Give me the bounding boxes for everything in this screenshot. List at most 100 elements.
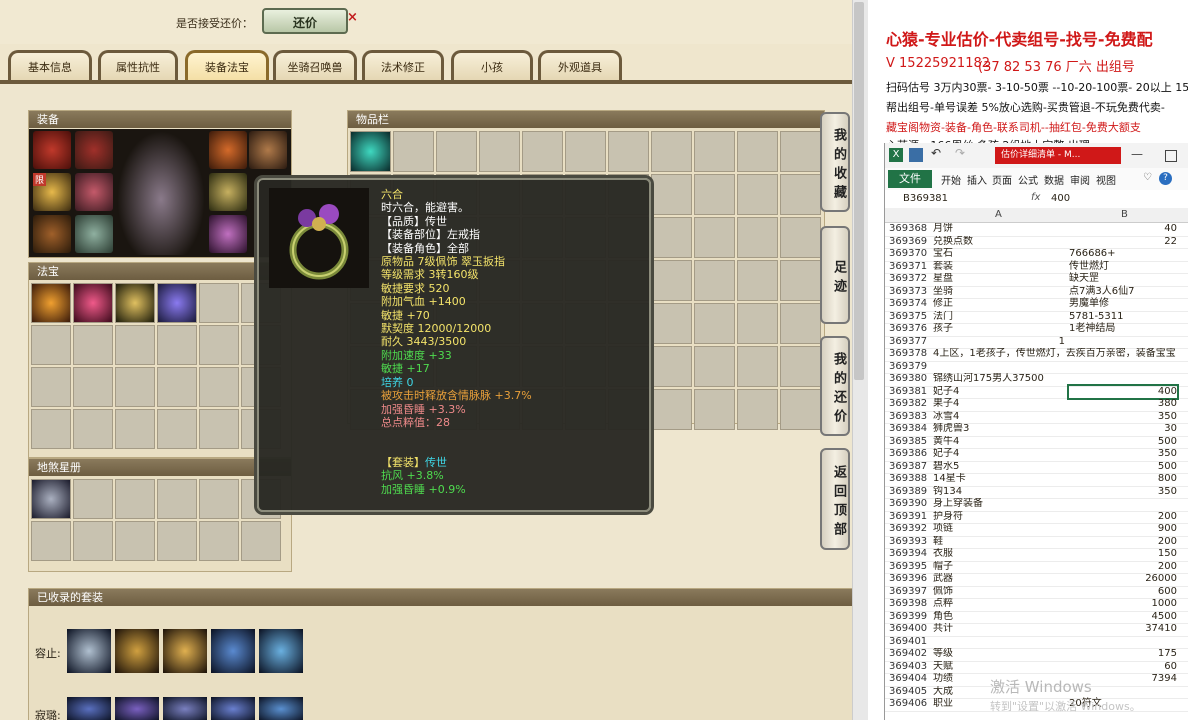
ring-item[interactable] (209, 173, 247, 211)
table-row[interactable]: 369395 帽子 200 (885, 561, 1188, 574)
fabao-slot[interactable] (115, 409, 155, 449)
inventory-slot[interactable] (780, 174, 821, 215)
fabao-slot[interactable] (199, 409, 239, 449)
ribbon-tab-formulas[interactable]: 公式 (1018, 172, 1038, 187)
table-row[interactable]: 369370 宝石 766686+ (885, 248, 1188, 262)
table-row[interactable]: 369393 鞋 200 (885, 536, 1188, 549)
table-row[interactable]: 369391 护身符 200 (885, 511, 1188, 524)
inventory-slot[interactable] (651, 260, 692, 301)
table-row[interactable]: 369372 星盘 缺天罡 (885, 273, 1188, 287)
bracelet-item[interactable] (209, 215, 247, 253)
fabao-slot[interactable] (115, 325, 155, 365)
inventory-slot[interactable] (694, 217, 735, 258)
inventory-slot[interactable] (651, 131, 692, 172)
table-row[interactable]: 369389 钩134 350 (885, 486, 1188, 499)
file-tab[interactable]: 文件 (888, 170, 932, 188)
inventory-slot[interactable] (651, 303, 692, 344)
disha-slot[interactable] (31, 521, 71, 561)
tab-equipment[interactable]: 装备法宝 (185, 50, 269, 80)
table-row[interactable]: 369383 冰雪4 350 (885, 411, 1188, 424)
inventory-slot[interactable] (694, 174, 735, 215)
fabao-slot[interactable] (73, 367, 113, 407)
table-row[interactable]: 369400 共计 37410 (885, 623, 1188, 637)
counter-offer-button[interactable]: 还价 (262, 8, 348, 34)
inventory-slot[interactable] (737, 174, 778, 215)
function-icon[interactable]: fx (1031, 192, 1040, 203)
formula-value[interactable]: 400 (1051, 193, 1070, 204)
table-row[interactable]: 369394 衣服 150 (885, 548, 1188, 562)
inventory-slot[interactable] (780, 346, 821, 387)
fabao-slot[interactable] (157, 283, 197, 323)
inventory-slot[interactable] (737, 346, 778, 387)
heart-icon[interactable]: ♡ (1143, 172, 1152, 183)
table-row[interactable]: 369382 果子4 380 (885, 398, 1188, 412)
set-icon[interactable] (211, 629, 255, 673)
inventory-slot[interactable] (737, 303, 778, 344)
inventory-slot[interactable] (479, 131, 520, 172)
tab-attributes[interactable]: 属性抗性 (98, 50, 178, 80)
table-row[interactable]: 369373 坐骑 点7满3人6仙7 (885, 286, 1188, 299)
tab-spells[interactable]: 法术修正 (362, 50, 444, 80)
column-header-b[interactable]: B (1121, 209, 1128, 220)
fabao-slot[interactable] (115, 283, 155, 323)
inventory-slot[interactable] (694, 346, 735, 387)
robe-item[interactable] (75, 173, 113, 211)
fabao-slot[interactable] (31, 367, 71, 407)
inventory-slot[interactable] (651, 389, 692, 430)
set-icon[interactable] (259, 629, 303, 673)
table-row[interactable]: 369377 1 (885, 336, 1188, 349)
set-icon[interactable] (259, 697, 303, 720)
table-row[interactable]: 369384 狮虎兽3 30 (885, 423, 1188, 437)
table-row[interactable]: 369369 兑换点数 22 (885, 236, 1188, 249)
fabao-slot[interactable] (31, 325, 71, 365)
table-row[interactable]: 369378 4上区，1老孩子，传世燃灯，去疾百万亲密，装备宝宝 (885, 348, 1188, 362)
fabao-slot[interactable] (157, 409, 197, 449)
maximize-icon[interactable] (1165, 150, 1177, 162)
fabao-slot[interactable] (115, 367, 155, 407)
inventory-slot[interactable] (780, 260, 821, 301)
favorites-button[interactable]: 我的收藏 (820, 112, 850, 212)
inventory-slot[interactable] (522, 131, 563, 172)
inventory-slot[interactable] (436, 131, 477, 172)
inventory-slot[interactable] (780, 217, 821, 258)
charm-item[interactable] (33, 215, 71, 253)
tab-child[interactable]: 小孩 (451, 50, 533, 80)
inventory-slot[interactable] (393, 131, 434, 172)
inventory-slot[interactable] (780, 389, 821, 430)
fabao-slot[interactable] (157, 367, 197, 407)
fabao-slot[interactable] (199, 367, 239, 407)
ribbon-tab-home[interactable]: 开始 (941, 172, 961, 187)
tab-appearance[interactable]: 外观道具 (538, 50, 622, 80)
set-icon[interactable] (163, 697, 207, 720)
scrollbar-thumb[interactable] (854, 2, 864, 380)
inventory-slot[interactable] (350, 131, 391, 172)
table-row[interactable]: 369375 法门 5781-5311 (885, 311, 1188, 324)
name-box[interactable]: B369381 (903, 193, 948, 204)
mask-item[interactable] (209, 131, 247, 169)
inventory-slot[interactable] (780, 303, 821, 344)
set-icon[interactable] (115, 697, 159, 720)
set-icon[interactable] (67, 629, 111, 673)
tab-basic-info[interactable]: 基本信息 (8, 50, 92, 80)
table-row[interactable]: 369390 身上穿装备 (885, 498, 1188, 512)
inventory-slot[interactable] (694, 131, 735, 172)
table-row[interactable]: 369374 修正 男魔单修 (885, 298, 1188, 312)
ribbon-tab-review[interactable]: 审阅 (1070, 172, 1090, 187)
disha-slot[interactable] (241, 521, 281, 561)
disha-slot[interactable] (199, 521, 239, 561)
inventory-slot[interactable] (737, 389, 778, 430)
helmet-item[interactable] (75, 131, 113, 169)
table-row[interactable]: 369398 点粹 1000 (885, 598, 1188, 612)
disha-slot[interactable] (31, 479, 71, 519)
close-icon[interactable]: × (347, 10, 358, 25)
disha-slot[interactable] (157, 479, 197, 519)
help-icon[interactable]: ? (1159, 172, 1172, 185)
inventory-slot[interactable] (737, 217, 778, 258)
table-row[interactable]: 369368 月饼 40 (885, 223, 1188, 237)
excel-title-tab[interactable]: 估价详细清单 - M... (995, 147, 1121, 164)
minimize-icon[interactable]: — (1131, 147, 1143, 161)
inventory-slot[interactable] (651, 346, 692, 387)
table-row[interactable]: 369402 等级 175 (885, 648, 1188, 662)
set-icon[interactable] (67, 697, 111, 720)
disha-slot[interactable] (199, 479, 239, 519)
